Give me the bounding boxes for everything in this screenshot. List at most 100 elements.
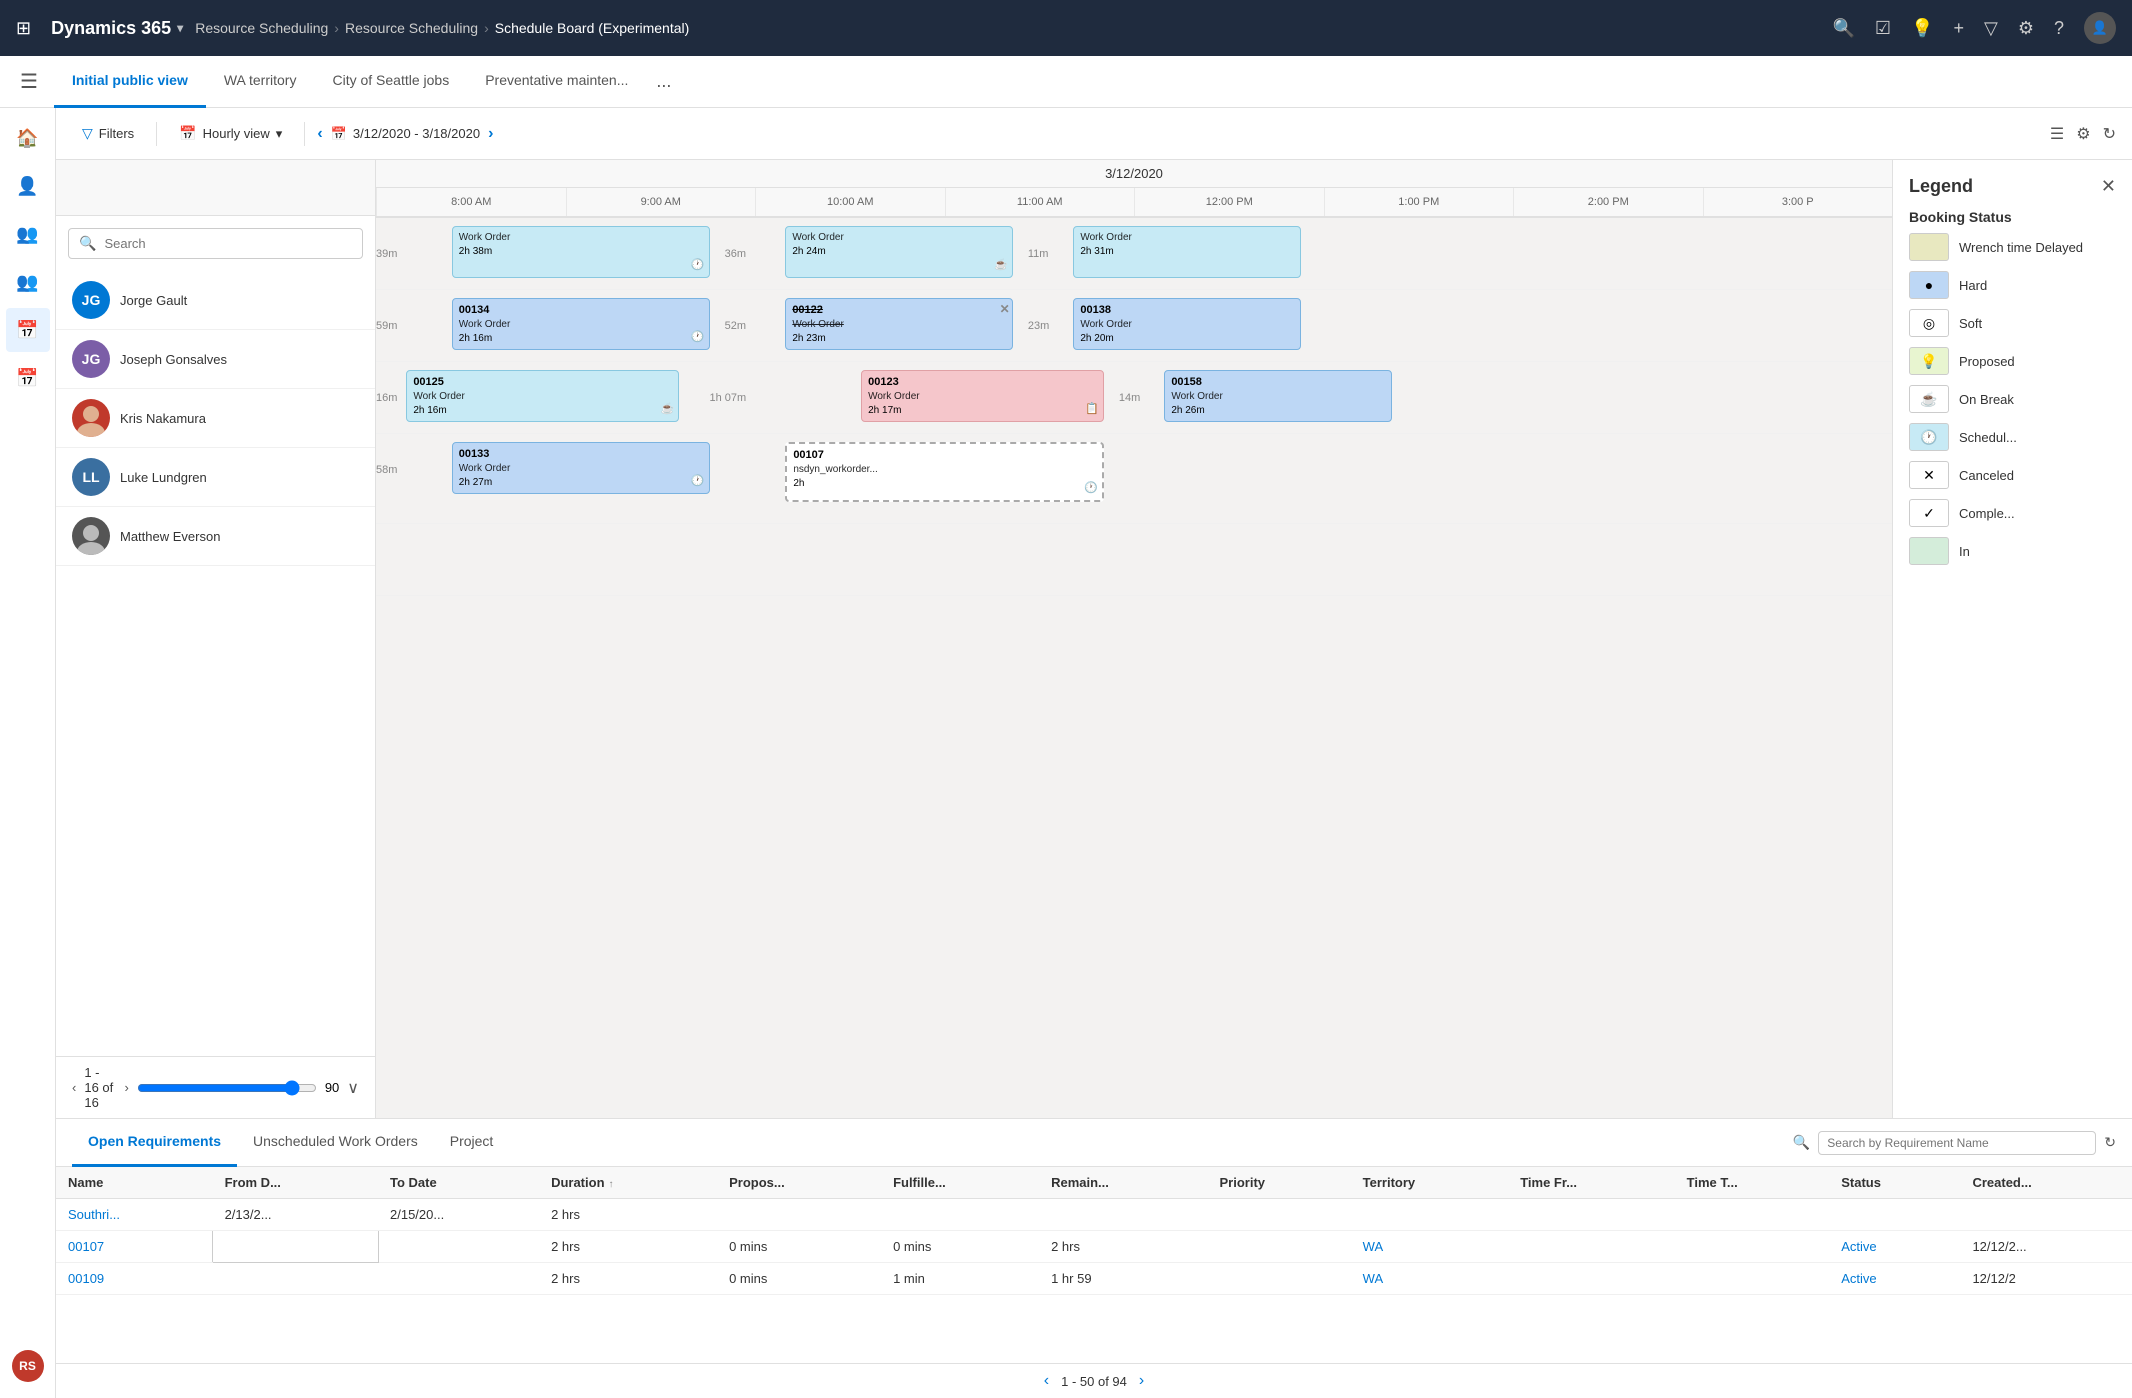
search-input[interactable] xyxy=(104,236,352,251)
cell-territory xyxy=(1351,1199,1509,1231)
booking-block[interactable]: 00158 Work Order 2h 26m xyxy=(1164,370,1391,422)
breadcrumb-resource-scheduling-2[interactable]: Resource Scheduling xyxy=(345,20,478,36)
gap-label-2: 1h 07m xyxy=(710,392,747,404)
tab-unscheduled-work-orders[interactable]: Unscheduled Work Orders xyxy=(237,1119,434,1167)
tab-project[interactable]: Project xyxy=(434,1119,510,1167)
close-icon[interactable]: ✕ xyxy=(1000,301,1010,318)
booking-block[interactable]: 00122 Work Order 2h 23m ✕ xyxy=(785,298,1012,350)
help-icon[interactable]: ? xyxy=(2054,18,2064,39)
app-name[interactable]: Dynamics 365 ▾ xyxy=(51,18,183,39)
gap-label-3: 11m xyxy=(1028,248,1049,260)
booking-block[interactable]: Work Order 2h 38m 🕐 xyxy=(452,226,710,278)
requirements-table-container: Name From D... To Date Duration↑ Propos.… xyxy=(56,1167,2132,1363)
breadcrumb-resource-scheduling[interactable]: Resource Scheduling xyxy=(195,20,328,36)
list-item[interactable]: JG Jorge Gault xyxy=(56,271,375,330)
legend-close-icon[interactable]: ✕ xyxy=(2101,176,2116,197)
settings-icon[interactable]: ⚙ xyxy=(2018,18,2034,39)
status-link[interactable]: Active xyxy=(1841,1271,1876,1286)
board-settings-icon[interactable]: ⚙ xyxy=(2076,124,2090,144)
avatar: LL xyxy=(72,458,110,496)
refresh-board-icon[interactable]: ↻ xyxy=(2103,124,2116,144)
status-link[interactable]: Active xyxy=(1841,1239,1876,1254)
list-item[interactable]: JG Joseph Gonsalves xyxy=(56,330,375,389)
list-view-icon[interactable]: ☰ xyxy=(2050,124,2064,144)
sidebar-people-icon[interactable]: 👤 xyxy=(6,164,50,208)
requirement-name-link[interactable]: 00109 xyxy=(68,1271,104,1286)
block-duration: 2h 31m xyxy=(1080,245,1293,259)
requirement-name-link[interactable]: 00107 xyxy=(68,1239,104,1254)
search-requirement-input[interactable] xyxy=(1827,1136,2087,1150)
territory-link[interactable]: WA xyxy=(1363,1271,1383,1286)
sort-icon[interactable]: ↑ xyxy=(609,1179,614,1190)
filter-icon[interactable]: ▽ xyxy=(1984,18,1998,39)
legend-swatch-hard: ● xyxy=(1909,271,1949,299)
booking-block[interactable]: Work Order 2h 24m ☕ xyxy=(785,226,1012,278)
requirement-name-link[interactable]: Southri... xyxy=(68,1207,120,1222)
sidebar-calendar-2-icon[interactable]: 📅 xyxy=(6,356,50,400)
booking-block[interactable]: 00133 Work Order 2h 27m 🕐 xyxy=(452,442,710,494)
filters-button[interactable]: ▽ Filters xyxy=(72,119,144,148)
list-item[interactable]: Matthew Everson xyxy=(56,507,375,566)
add-icon[interactable]: + xyxy=(1953,18,1964,39)
booking-block[interactable]: Work Order 2h 31m xyxy=(1073,226,1300,278)
resource-name: Jorge Gault xyxy=(120,293,187,308)
date-prev-arrow-icon[interactable]: ‹ xyxy=(317,125,322,143)
secondary-navigation: ☰ Initial public view WA territory City … xyxy=(0,56,2132,108)
hourly-view-button[interactable]: 📅 Hourly view ▾ xyxy=(169,119,292,148)
list-item[interactable]: LL Luke Lundgren xyxy=(56,448,375,507)
gap-label-2: 36m xyxy=(725,248,746,260)
tab-city-seattle-jobs[interactable]: City of Seattle jobs xyxy=(314,56,467,108)
sidebar-home-icon[interactable]: 🏠 xyxy=(6,116,50,160)
tab-wa-territory[interactable]: WA territory xyxy=(206,56,315,108)
more-tabs-icon[interactable]: ... xyxy=(646,71,681,92)
tab-preventative-maintenance[interactable]: Preventative mainten... xyxy=(467,56,646,108)
booking-block[interactable]: 00123 Work Order 2h 17m 📋 xyxy=(861,370,1104,422)
tab-open-requirements-label: Open Requirements xyxy=(88,1133,221,1149)
zoom-range-input[interactable] xyxy=(137,1080,317,1096)
date-next-arrow-icon[interactable]: › xyxy=(488,125,493,143)
lightbulb-icon[interactable]: 💡 xyxy=(1911,18,1933,39)
sidebar-user-avatar[interactable]: RS xyxy=(12,1350,44,1382)
search-requirement-box[interactable] xyxy=(1818,1131,2096,1155)
search-box[interactable]: 🔍 xyxy=(68,228,363,259)
sidebar-org-icon[interactable]: 👥 xyxy=(6,260,50,304)
table-row: 58m 00133 Work Order 2h 27m 🕐 xyxy=(376,434,1892,524)
cell-name: Southri... xyxy=(56,1199,213,1231)
list-item: Wrench time Delayed xyxy=(1909,233,2116,261)
waffle-icon[interactable]: ⊞ xyxy=(16,18,31,39)
bottom-pagination-next-icon[interactable]: › xyxy=(1139,1372,1144,1390)
booking-block[interactable]: 00138 Work Order 2h 20m xyxy=(1073,298,1300,350)
booking-block[interactable]: 00134 Work Order 2h 16m 🕐 xyxy=(452,298,710,350)
breadcrumb-separator-2-icon: › xyxy=(484,20,489,36)
table-body: Southri... 2/13/2... 2/15/20... 2 hrs xyxy=(56,1199,2132,1295)
refresh-requirements-icon[interactable]: ↻ xyxy=(2104,1134,2116,1151)
table-row: Southri... 2/13/2... 2/15/20... 2 hrs xyxy=(56,1199,2132,1231)
pagination-next-icon[interactable]: › xyxy=(124,1080,128,1095)
territory-link[interactable]: WA xyxy=(1363,1239,1383,1254)
list-item[interactable]: Kris Nakamura xyxy=(56,389,375,448)
bottom-pagination: ‹ 1 - 50 of 94 › xyxy=(56,1363,2132,1398)
block-number: 00107 xyxy=(793,448,1095,463)
bottom-pagination-prev-icon[interactable]: ‹ xyxy=(1044,1372,1049,1390)
user-avatar[interactable]: 👤 xyxy=(2084,12,2116,44)
content-area: ▽ Filters 📅 Hourly view ▾ ‹ 📅 3/12/2020 … xyxy=(56,108,2132,1398)
hamburger-icon[interactable]: ☰ xyxy=(20,69,38,94)
search-icon[interactable]: 🔍 xyxy=(1833,18,1855,39)
sidebar-group-icon[interactable]: 👥 xyxy=(6,212,50,256)
cell-fulfilled: 0 mins xyxy=(881,1231,1039,1263)
bottom-search-icon[interactable]: 🔍 xyxy=(1793,1134,1810,1151)
booking-block[interactable]: 00107 nsdyn_workorder... 2h 🕐 11:30 AM -… xyxy=(785,442,1103,502)
breadcrumb-schedule-board: Schedule Board (Experimental) xyxy=(495,20,690,36)
checklist-icon[interactable]: ☑ xyxy=(1875,18,1891,39)
legend-label: In xyxy=(1959,544,1970,559)
pagination: ‹ 1 - 16 of 16 › xyxy=(72,1065,129,1110)
cell-status: Active xyxy=(1829,1231,1960,1263)
tab-open-requirements[interactable]: Open Requirements xyxy=(72,1119,237,1167)
expand-toggle-icon[interactable]: ∨ xyxy=(347,1078,359,1098)
resource-name: Joseph Gonsalves xyxy=(120,352,227,367)
booking-block[interactable]: 00125 Work Order 2h 16m ☕ xyxy=(406,370,679,422)
pagination-prev-icon[interactable]: ‹ xyxy=(72,1080,76,1095)
tab-initial-public-view[interactable]: Initial public view xyxy=(54,56,206,108)
sidebar-calendar-icon[interactable]: 📅 xyxy=(6,308,50,352)
app-name-chevron-icon[interactable]: ▾ xyxy=(177,21,183,35)
